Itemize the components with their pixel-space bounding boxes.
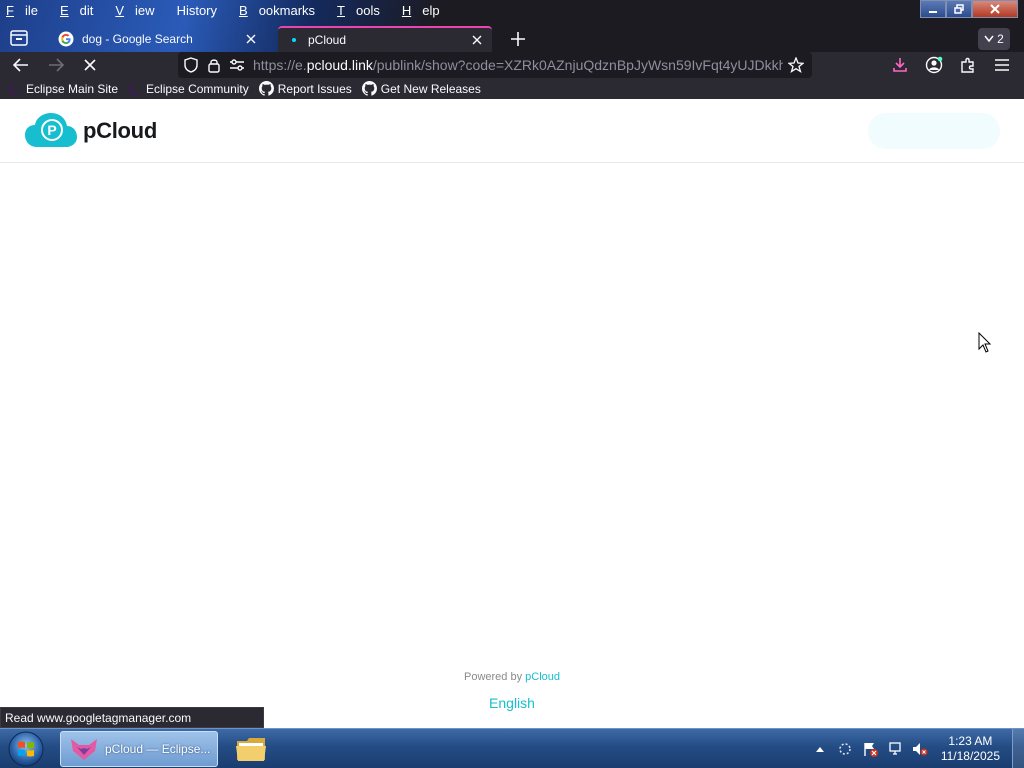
start-button[interactable]: [6, 730, 46, 768]
downloads-button[interactable]: [889, 55, 911, 75]
menu-history[interactable]: History: [177, 3, 228, 18]
list-all-tabs-button[interactable]: 2: [978, 28, 1010, 50]
url-text[interactable]: https://e.pcloud.link/publink/show?code=…: [253, 57, 783, 73]
forward-button[interactable]: [45, 55, 67, 75]
menu-edit[interactable]: Edit: [60, 3, 104, 18]
flag-icon: [864, 743, 878, 757]
close-tab-button[interactable]: [246, 31, 256, 47]
windows-start-icon: [8, 731, 44, 767]
status-bar: Read www.googletagmanager.com: [0, 707, 264, 728]
action-center-icon[interactable]: [860, 739, 880, 759]
bookmark-eclipse-community[interactable]: Eclipse Community: [128, 82, 249, 96]
page-content: P pCloud Powered by pCloud English Read …: [0, 99, 1024, 728]
system-clock[interactable]: 1:23 AM 11/18/2025: [941, 734, 1000, 764]
tracking-protection-icon[interactable]: [181, 55, 201, 75]
close-icon: [990, 4, 1000, 14]
menu-bar: File Edit View History Bookmarks Tools H…: [0, 0, 462, 20]
pcloud-logo[interactable]: P pCloud: [25, 113, 157, 149]
loading-dot-icon: [292, 38, 296, 42]
taskbar-item-firefox[interactable]: pCloud — Eclipse...: [60, 731, 218, 767]
minimize-button[interactable]: [920, 0, 946, 18]
back-button[interactable]: [10, 55, 32, 75]
sparkle-icon: [839, 743, 851, 755]
logo-text: pCloud: [83, 118, 157, 143]
tab-list-button[interactable]: [8, 28, 32, 50]
bookmark-get-new-releases[interactable]: Get New Releases: [361, 81, 481, 96]
svg-text:P: P: [47, 122, 56, 138]
volume-icon[interactable]: [910, 739, 930, 759]
github-icon: [258, 81, 274, 96]
close-tab-button[interactable]: [472, 32, 482, 48]
window-controls: [920, 0, 1018, 18]
tab-google-search[interactable]: dog - Google Search: [48, 26, 266, 52]
menu-tools[interactable]: Tools: [337, 3, 391, 18]
bookmark-report-issues[interactable]: Report Issues: [258, 81, 352, 96]
tab-label: dog - Google Search: [82, 32, 193, 46]
tab-count-label: 2: [997, 32, 1004, 46]
tab-strip: dog - Google Search pCloud 2: [0, 24, 1024, 52]
new-tab-button[interactable]: [506, 28, 530, 50]
system-tray: 1:23 AM 11/18/2025: [810, 729, 1024, 768]
chevron-down-icon: [984, 35, 994, 43]
browser-chrome: File Edit View History Bookmarks Tools H…: [0, 0, 1024, 99]
mouse-cursor-icon: [978, 331, 992, 359]
taskbar-item-label: pCloud — Eclipse...: [105, 742, 211, 756]
network-icon[interactable]: [885, 739, 905, 759]
loading-placeholder: [868, 113, 1000, 149]
menu-bookmarks[interactable]: Bookmarks: [239, 3, 326, 18]
site-header: P pCloud: [0, 99, 1024, 163]
close-icon: [246, 34, 256, 44]
download-icon: [893, 58, 907, 72]
eclipse-icon: [129, 82, 143, 95]
clock-date: 11/18/2025: [940, 749, 1000, 763]
hamburger-icon: [995, 59, 1009, 71]
tab-overview-icon: [10, 30, 28, 46]
taskbar-item-file-explorer[interactable]: [230, 731, 272, 767]
stop-icon: [84, 59, 96, 71]
folder-icon: [236, 738, 266, 761]
url-bar[interactable]: https://e.pcloud.link/publink/show?code=…: [178, 52, 812, 78]
stop-button[interactable]: [79, 55, 101, 75]
minimize-icon: [929, 11, 937, 13]
eclipse-icon: [9, 82, 22, 95]
restore-icon: [954, 4, 964, 14]
browser-fox-icon: [71, 739, 97, 760]
account-button[interactable]: [923, 55, 945, 75]
bookmarks-toolbar: Eclipse Main Site Eclipse Community Repo…: [0, 78, 1024, 99]
puzzle-icon: [961, 57, 974, 73]
restore-button[interactable]: [946, 0, 972, 18]
menu-file[interactable]: File: [6, 3, 49, 18]
google-icon: [58, 31, 74, 47]
network-computer-icon: [889, 742, 901, 755]
app-menu-button[interactable]: [991, 55, 1013, 75]
account-icon: [925, 56, 943, 74]
pcloud-cloud-icon: P: [25, 113, 77, 147]
plus-icon: [511, 32, 525, 46]
tab-pcloud[interactable]: pCloud: [278, 26, 492, 52]
bookmark-eclipse-main-site[interactable]: Eclipse Main Site: [8, 82, 118, 96]
show-hidden-icons-button[interactable]: [810, 739, 830, 759]
close-window-button[interactable]: [972, 0, 1018, 18]
bookmark-star-icon[interactable]: [786, 55, 806, 75]
windows-taskbar: pCloud — Eclipse... 1:23 AM 11/18/2025: [0, 728, 1024, 768]
pcloud-link[interactable]: pCloud: [525, 671, 560, 683]
navigation-toolbar: https://e.pcloud.link/publink/show?code=…: [0, 52, 1024, 78]
github-icon: [361, 81, 377, 96]
powered-by-text: Powered by pCloud: [463, 671, 560, 683]
chevron-up-icon: [815, 747, 824, 752]
speaker-muted-icon: [912, 743, 928, 756]
permissions-icon[interactable]: [227, 55, 247, 75]
menu-help[interactable]: Help: [402, 3, 451, 18]
arrow-right-icon: [49, 58, 64, 72]
clock-time: 1:23 AM: [948, 734, 993, 748]
tray-app-icon[interactable]: [835, 739, 855, 759]
lock-icon[interactable]: [204, 55, 224, 75]
menu-view[interactable]: View: [115, 3, 165, 18]
extensions-button[interactable]: [957, 55, 979, 75]
arrow-left-icon: [13, 58, 28, 72]
close-icon: [472, 35, 482, 45]
show-desktop-button[interactable]: [1012, 729, 1024, 768]
tab-label: pCloud: [308, 33, 347, 47]
